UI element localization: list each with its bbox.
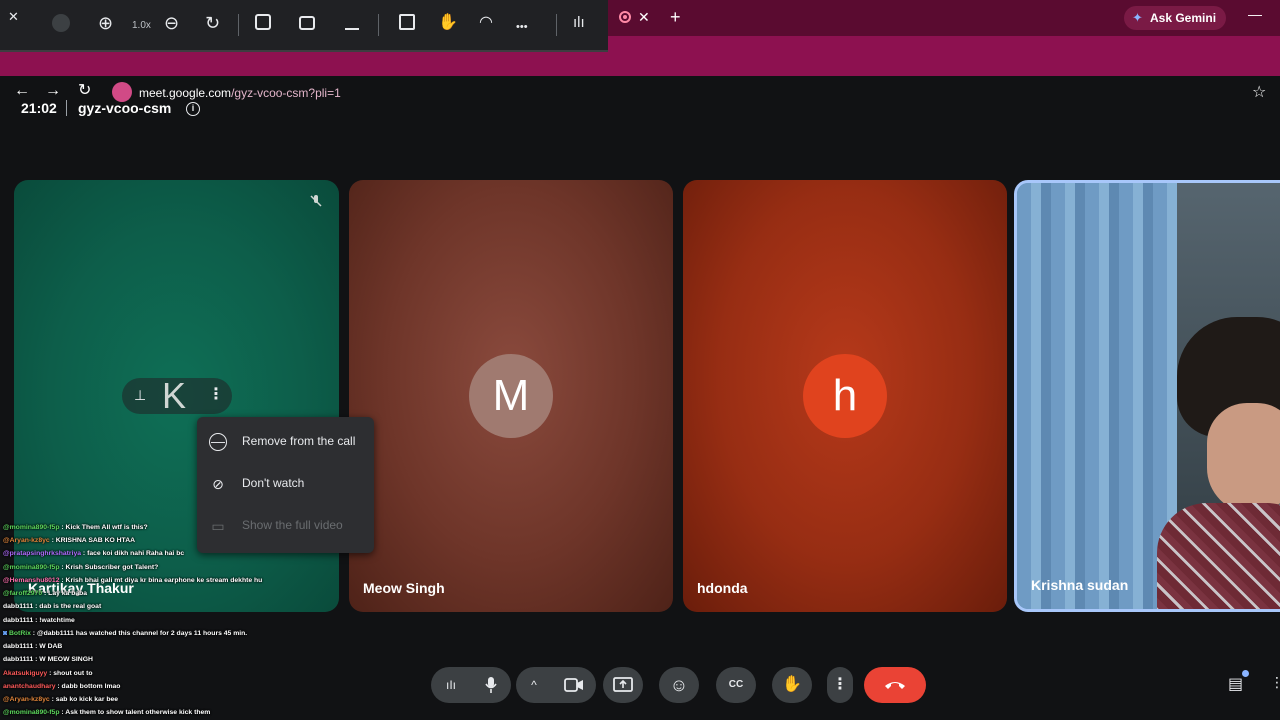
chat-message: @Aryan-kz8yc : sab ko kick kar bee [3,696,119,703]
more-options-icon[interactable]: ⋮ [208,384,224,404]
video-person-face [1207,403,1280,513]
zoom-in-icon[interactable]: ⊕ [98,14,113,32]
activities-icon[interactable]: ⋮ [1270,674,1280,691]
chat-message: ◙ BotRix : @dabb1111 has watched this ch… [3,630,248,637]
gemini-icon: ✦ [1132,10,1143,25]
participant-tile-hdonda[interactable]: h hdonda [683,180,1007,612]
toolbar-close-icon[interactable]: ✕ [8,8,19,26]
chat-message: Akatsukiguyy : shout out to [3,670,93,677]
recording-icon [619,11,631,23]
end-call-button[interactable] [864,667,926,703]
pin-icon[interactable]: ⊥ [134,387,146,404]
url-field[interactable]: meet.google.com/gyz-vcoo-csm?pli=1 [139,86,341,100]
participant-name: Meow Singh [363,580,445,596]
site-info-icon[interactable] [112,82,132,102]
raise-hand-button[interactable]: ✋ [772,667,812,703]
crop-icon[interactable] [299,16,315,30]
meeting-info-icon[interactable]: i [186,102,200,116]
toolbar-divider [378,14,379,36]
chat-message: dabb1111 : W DAB [3,643,63,650]
remove-circle-icon: — [209,433,227,451]
camera-options-chevron-icon[interactable]: ^ [516,667,552,703]
chat-message: dabb1111 : dab is the real goat [3,603,102,610]
ask-gemini-label: Ask Gemini [1150,11,1217,25]
chat-icon[interactable]: ▤ [1228,674,1243,694]
chat-message: @pratapsinghrkshatriya : face koi dikh n… [3,550,185,557]
mic-off-icon [307,194,325,212]
avatar: K [162,375,187,416]
ask-gemini-button[interactable]: ✦ Ask Gemini [1124,6,1227,30]
rotate-icon[interactable]: ↻ [205,14,220,32]
video-off-icon: ⊘ [212,476,224,492]
stream-chat-overlay: @momina890-f5p : Kick Them All wtf is th… [0,514,300,720]
mic-control-group: ıIı [431,667,511,703]
chat-notification-badge [1242,670,1249,677]
avatar: M [469,354,553,438]
chat-message: dabb1111 : W MEOW SINGH [3,656,93,663]
broadcast-icon[interactable]: ◠ [479,14,493,32]
chat-message: @momina890-f5p : Ask them to show talent… [3,709,211,716]
chat-message: @momina890-f5p : Kick Them All wtf is th… [3,524,148,531]
header-divider [66,100,67,116]
chat-message: @Hemanshu8012 : Krish bhai gali mt diya … [3,577,263,584]
back-button[interactable]: ← [14,82,30,100]
mic-button[interactable] [471,667,511,703]
viewer-toolbar: ✕ ⊕ 1.0x ⊖ ↻ ✋ ◠ ••• ılı [0,0,608,52]
participant-name: hdonda [697,580,748,596]
chat-message: @momina890-f5p : Krish Subscriber got Ta… [3,564,159,571]
menu-item-label: Don't watch [242,476,305,490]
camera-control-group: ^ [516,667,596,703]
captions-button[interactable]: CC [716,667,756,703]
zoom-level: 1.0x [132,20,151,31]
emoji-button[interactable]: ☺ [659,667,699,703]
minimize-button[interactable]: — [1248,6,1262,22]
person-icon[interactable] [345,14,359,30]
zoom-out-icon[interactable]: ⊖ [164,14,179,32]
url-path: /gyz-vcoo-csm?pli=1 [231,86,341,100]
participant-hover-controls: ⊥ K ⋮ [122,378,232,414]
toolbar-divider [556,14,557,36]
meeting-clock: 21:02 [21,100,57,116]
camera-button[interactable] [552,667,596,703]
menu-item-remove-from-call[interactable]: — Remove from the call [197,421,374,463]
url-host: meet.google.com [139,86,232,100]
hand-icon[interactable]: ✋ [438,14,458,32]
toolbar-drag-handle[interactable] [52,14,70,32]
chat-message: anantchaudhary : dabb bottom lmao [3,683,121,690]
bookmark-star-icon[interactable]: ☆ [1252,82,1266,102]
meeting-code: gyz-vcoo-csm [78,100,172,116]
image-icon[interactable] [399,14,415,30]
tab-close-icon[interactable]: ✕ [638,9,650,26]
toolbar-divider [238,14,239,36]
chat-message: dabb1111 : !watchtime [3,617,75,624]
video-background-curtain [1017,183,1177,609]
video-person-shirt [1157,503,1280,609]
reload-button[interactable]: ↻ [78,82,91,100]
participant-tile-krishna-sudan[interactable]: Krishna sudan [1014,180,1280,612]
more-options-button[interactable]: ⋮ [827,667,853,703]
forward-button[interactable]: → [45,82,61,100]
chat-message: @faroff2970 : Lay ka baba [3,590,88,597]
participant-name: Krishna sudan [1031,577,1129,593]
menu-item-dont-watch[interactable]: ⊘ Don't watch [197,463,374,505]
more-icon[interactable]: ••• [516,18,528,36]
menu-item-label: Remove from the call [242,434,356,448]
participant-tile-meow-singh[interactable]: M Meow Singh [349,180,673,612]
face-frame-icon[interactable] [255,14,271,30]
audio-bars-icon[interactable]: ılı [573,14,585,32]
chat-message: @Aryan-kz8yc : KRISHNA SAB KO HTAA [3,537,136,544]
new-tab-button[interactable]: + [670,8,681,26]
audio-levels-icon[interactable]: ıIı [431,667,471,703]
present-screen-button[interactable] [603,667,643,703]
avatar: h [803,354,887,438]
